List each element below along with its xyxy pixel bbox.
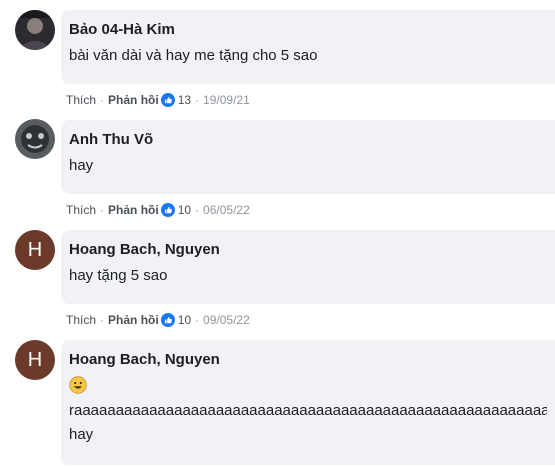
separator-dot: · (195, 203, 200, 217)
comment-actions: Thích · Phản hồi 10 · 06/05/22 (66, 201, 250, 219)
user-photo-icon (15, 119, 55, 159)
smiley-emoji-icon (69, 376, 87, 394)
comment-text: bài văn dài và hay me tặng cho 5 sao (69, 47, 318, 64)
comment-text: hay (69, 426, 94, 443)
reaction-number: 10 (177, 203, 192, 217)
reaction-count[interactable]: 10 (160, 203, 192, 217)
thumbs-up-icon (160, 313, 175, 327)
reaction-number: 10 (177, 313, 192, 327)
comment-text: hay tặng 5 sao (69, 267, 168, 284)
comment-text: raaaaaaaaaaaaaaaaaaaaaaaaaaaaaaaaaaaaaaa… (69, 402, 547, 419)
comment-author[interactable]: Hoang Bach, Nguyen (69, 350, 547, 370)
separator-dot: · (100, 313, 105, 327)
emoji-line (69, 370, 547, 399)
avatar[interactable] (15, 119, 55, 159)
comment-text: hay (69, 157, 94, 174)
avatar-letter: H (27, 348, 43, 371)
comment-bubble: Hoang Bach, Nguyen hay tặng 5 sao (61, 230, 555, 304)
reaction-count[interactable]: 13 (160, 93, 192, 107)
comment-bubble: Hoang Bach, Nguyen raaaaaaaaaaaaaaaaaaaa… (61, 340, 555, 465)
avatar-letter: H (27, 238, 43, 261)
comment-bubble: Anh Thu Võ hay (61, 120, 555, 194)
separator-dot: · (195, 313, 200, 327)
avatar[interactable]: H (15, 230, 55, 270)
comment-author[interactable]: Anh Thu Võ (69, 130, 547, 150)
comment-actions: Thích · Phản hồi 10 · 09/05/22 (66, 311, 250, 329)
reply-button[interactable]: Phản hồi (108, 93, 159, 107)
like-button[interactable]: Thích (66, 313, 96, 327)
like-button[interactable]: Thích (66, 203, 96, 217)
thumbs-up-icon (160, 203, 175, 217)
comment-date[interactable]: 06/05/22 (203, 203, 250, 217)
thumbs-up-icon (160, 93, 175, 107)
reaction-number: 13 (177, 93, 192, 107)
avatar[interactable] (15, 10, 55, 50)
reply-button[interactable]: Phản hồi (108, 313, 159, 327)
like-button[interactable]: Thích (66, 93, 96, 107)
comment-bubble: Bảo 04-Hà Kim bài văn dài và hay me tặng… (61, 10, 555, 84)
separator-dot: · (100, 203, 105, 217)
avatar[interactable]: H (15, 340, 55, 380)
separator-dot: · (100, 93, 105, 107)
separator-dot: · (195, 93, 200, 107)
user-photo-icon (15, 10, 55, 50)
comment-author[interactable]: Bảo 04-Hà Kim (69, 20, 547, 40)
reaction-count[interactable]: 10 (160, 313, 192, 327)
comment-date[interactable]: 09/05/22 (203, 313, 250, 327)
comment-date[interactable]: 19/09/21 (203, 93, 250, 107)
reply-button[interactable]: Phản hồi (108, 203, 159, 217)
comment-actions: Thích · Phản hồi 13 · 19/09/21 (66, 91, 250, 109)
comment-author[interactable]: Hoang Bach, Nguyen (69, 240, 547, 260)
